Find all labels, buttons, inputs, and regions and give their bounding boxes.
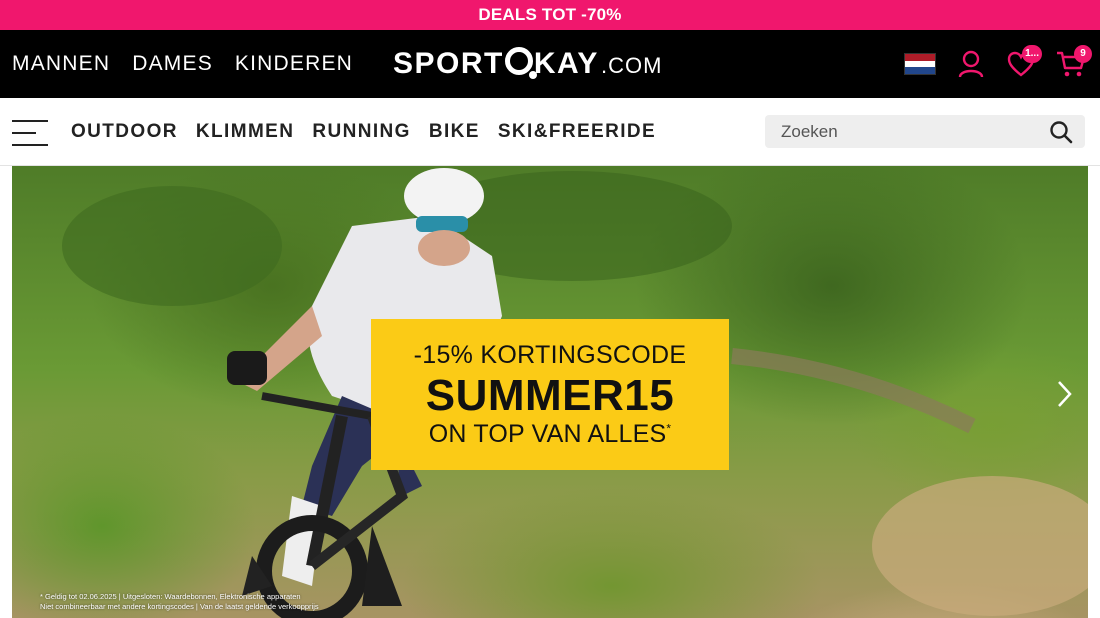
top-header: MANNEN DAMES KINDEREN SPORT KAY .COM 1..… bbox=[0, 30, 1100, 98]
nav-kinderen[interactable]: KINDEREN bbox=[235, 52, 353, 76]
netherlands-flag-icon[interactable] bbox=[904, 53, 936, 75]
cart-button[interactable]: 9 bbox=[1056, 45, 1092, 79]
logo-text-kay: KAY bbox=[533, 47, 599, 80]
hamburger-menu-icon[interactable] bbox=[12, 120, 48, 146]
search-box bbox=[765, 115, 1085, 148]
promo-banner[interactable]: DEALS TOT -70% bbox=[0, 0, 1100, 30]
nav-dames[interactable]: DAMES bbox=[132, 52, 213, 76]
category-bar: OUTDOOR KLIMMEN RUNNING BIKE SKI&FREERID… bbox=[0, 98, 1100, 166]
wishlist-count-badge: 1... bbox=[1022, 45, 1042, 63]
carousel-next-arrow-icon[interactable] bbox=[1052, 378, 1076, 410]
category-ski-freeride[interactable]: SKI&FREERIDE bbox=[498, 121, 656, 143]
promo-code-card[interactable]: -15% KORTINGSCODE SUMMER15 ON TOP VAN AL… bbox=[371, 319, 729, 470]
category-nav: OUTDOOR KLIMMEN RUNNING BIKE SKI&FREERID… bbox=[71, 98, 656, 166]
logo-text-sport: SPORT bbox=[393, 47, 504, 80]
site-logo[interactable]: SPORT KAY .COM bbox=[393, 44, 662, 84]
wishlist-button[interactable]: 1... bbox=[1006, 45, 1042, 79]
category-outdoor[interactable]: OUTDOOR bbox=[71, 121, 178, 143]
search-icon[interactable] bbox=[1049, 120, 1073, 144]
nav-mannen[interactable]: MANNEN bbox=[12, 52, 110, 76]
search-input[interactable] bbox=[765, 115, 1045, 148]
promo-discount-text: -15% KORTINGSCODE bbox=[413, 341, 687, 369]
logo-o-mark bbox=[504, 47, 537, 79]
category-klimmen[interactable]: KLIMMEN bbox=[196, 121, 294, 143]
category-bike[interactable]: BIKE bbox=[429, 121, 480, 143]
header-actions: 1... 9 bbox=[904, 30, 1092, 98]
user-icon bbox=[958, 50, 984, 78]
promo-code-text: SUMMER15 bbox=[425, 371, 675, 420]
logo-domain: .COM bbox=[600, 53, 663, 78]
cart-count-badge: 9 bbox=[1074, 45, 1092, 63]
promo-disclaimer: * Geldig tot 02.06.2025 | Uitgesloten: W… bbox=[40, 592, 319, 611]
gender-nav: MANNEN DAMES KINDEREN bbox=[12, 30, 353, 98]
promo-subtext: ON TOP VAN ALLES* bbox=[428, 420, 672, 448]
hero-banner[interactable]: -15% KORTINGSCODE SUMMER15 ON TOP VAN AL… bbox=[12, 166, 1088, 618]
category-running[interactable]: RUNNING bbox=[312, 121, 410, 143]
account-button[interactable] bbox=[956, 49, 986, 79]
